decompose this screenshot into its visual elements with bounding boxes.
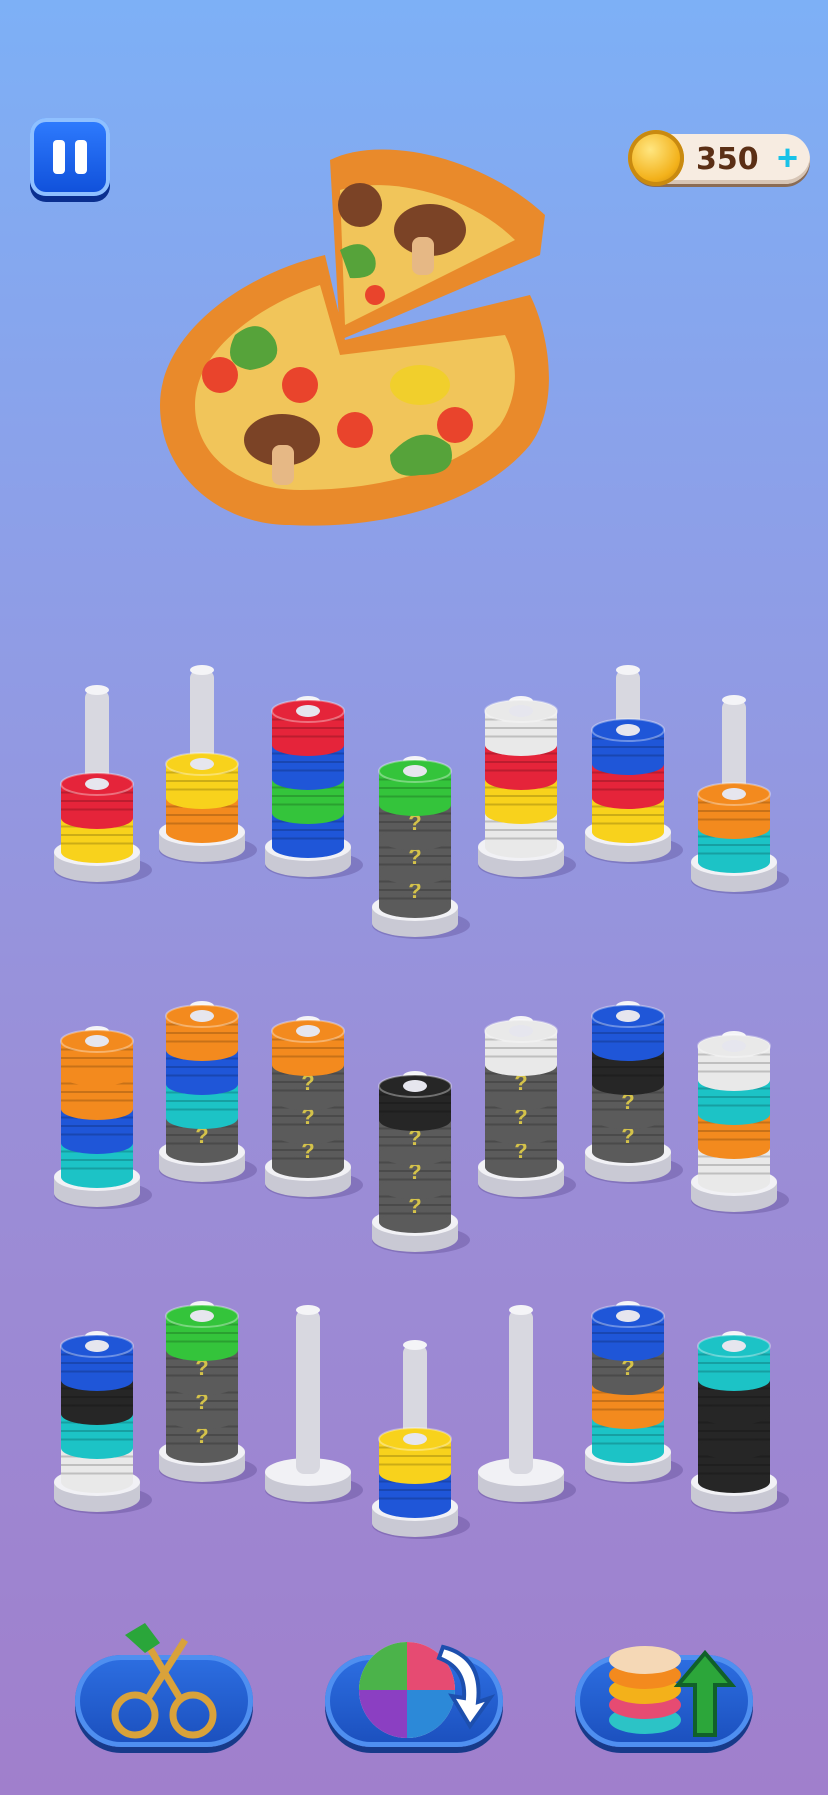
pole-1-7[interactable] <box>691 695 789 894</box>
pole-1-6[interactable] <box>585 665 683 864</box>
poles-area: ??????????????????? <box>54 665 789 1539</box>
pole-2-5[interactable]: ??? <box>478 1016 576 1199</box>
pole-2-7[interactable] <box>691 1031 789 1214</box>
extra-pole-icon <box>609 1646 737 1737</box>
scissors-icon <box>111 1623 217 1739</box>
extra-pole-button[interactable] <box>575 1646 753 1747</box>
pole-2-3[interactable]: ??? <box>265 1016 363 1199</box>
scissors-button[interactable] <box>75 1623 253 1747</box>
pole-2-1[interactable] <box>54 1026 152 1209</box>
pole-3-1[interactable] <box>54 1331 152 1514</box>
pole-3-2[interactable]: ??? <box>159 1301 257 1484</box>
pole-3-6[interactable]: ? <box>585 1301 683 1484</box>
pole-1-5[interactable] <box>478 696 576 879</box>
pole-1-4[interactable]: ??? <box>372 756 470 939</box>
pole-3-3[interactable] <box>265 1305 363 1504</box>
pole-1-3[interactable] <box>265 696 363 879</box>
pole-2-6[interactable]: ?? <box>585 1001 683 1184</box>
pole-1-1[interactable] <box>54 685 152 884</box>
pole-2-4[interactable]: ??? <box>372 1071 470 1254</box>
shuffle-button[interactable] <box>325 1642 503 1747</box>
pole-2-2[interactable]: ? <box>159 1001 257 1184</box>
shuffle-icon <box>359 1642 496 1738</box>
pole-3-7[interactable] <box>691 1331 789 1514</box>
pole-3-5[interactable] <box>478 1305 576 1504</box>
pole-1-2[interactable] <box>159 665 257 864</box>
pole-3-4[interactable] <box>372 1340 470 1539</box>
